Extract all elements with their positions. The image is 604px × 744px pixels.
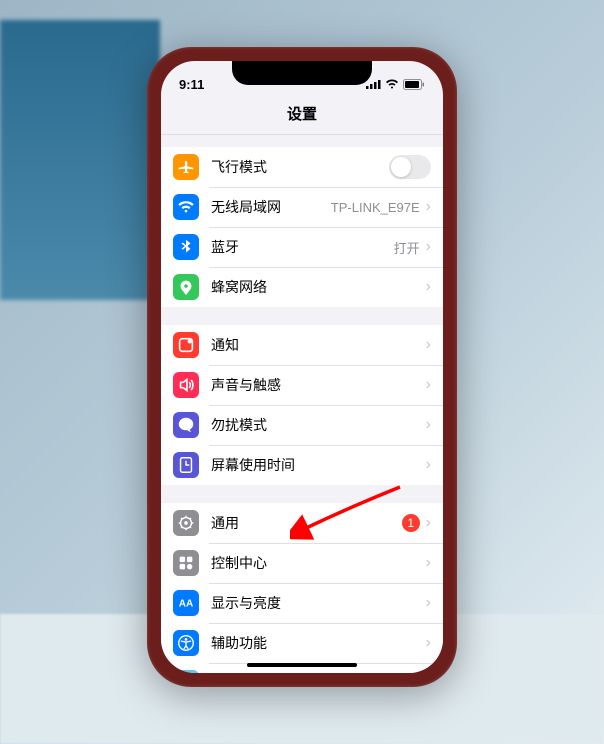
display-icon: AA <box>173 590 199 616</box>
chevron-right-icon: › <box>426 377 431 393</box>
settings-row-airplane[interactable]: 飞行模式 <box>161 147 443 187</box>
row-label: 通用 <box>211 513 402 533</box>
row-label: 蓝牙 <box>211 237 394 257</box>
row-label: 显示与亮度 <box>211 593 426 613</box>
settings-row-display[interactable]: AA 显示与亮度› <box>161 583 443 623</box>
settings-row-screentime[interactable]: 屏幕使用时间› <box>161 445 443 485</box>
row-value: 打开 <box>394 238 420 257</box>
cellular-signal-icon <box>366 79 381 89</box>
settings-group: 通用1›控制中心›AA显示与亮度›辅助功能›墙纸›Siri与搜索›面容ID与密码… <box>161 503 443 673</box>
settings-row-bluetooth[interactable]: 蓝牙打开 › <box>161 227 443 267</box>
svg-text:AA: AA <box>179 599 193 610</box>
settings-row-control-center[interactable]: 控制中心› <box>161 543 443 583</box>
home-indicator[interactable] <box>247 663 357 667</box>
sounds-icon <box>173 372 199 398</box>
row-value: TP-LINK_E97E <box>331 200 420 215</box>
screen: 9:11 设置 飞行模式无线局域网TP-LINK_E97E›蓝牙打开›蜂窝网络›… <box>161 61 443 673</box>
settings-row-dnd[interactable]: 勿扰模式› <box>161 405 443 445</box>
control-center-icon <box>173 550 199 576</box>
general-icon <box>173 510 199 536</box>
chevron-right-icon: › <box>426 337 431 353</box>
settings-group: 通知›声音与触感›勿扰模式›屏幕使用时间› <box>161 325 443 485</box>
wifi-icon <box>173 194 199 220</box>
cellular-icon <box>173 274 199 300</box>
chevron-right-icon: › <box>426 457 431 473</box>
notch <box>232 61 372 85</box>
chevron-right-icon: › <box>426 417 431 433</box>
wifi-icon <box>385 79 399 89</box>
row-label: 辅助功能 <box>211 633 426 653</box>
chevron-right-icon: › <box>426 199 431 215</box>
status-time: 9:11 <box>179 77 204 92</box>
dnd-icon <box>173 412 199 438</box>
row-label: 飞行模式 <box>211 157 389 177</box>
notifications-icon <box>173 332 199 358</box>
page-title: 设置 <box>161 97 443 135</box>
row-label: 声音与触感 <box>211 375 426 395</box>
chevron-right-icon: › <box>426 239 431 255</box>
chevron-right-icon: › <box>426 555 431 571</box>
screentime-icon <box>173 452 199 478</box>
settings-row-wifi[interactable]: 无线局域网TP-LINK_E97E › <box>161 187 443 227</box>
row-label: 屏幕使用时间 <box>211 455 426 475</box>
toggle-switch[interactable] <box>389 155 431 179</box>
settings-list[interactable]: 飞行模式无线局域网TP-LINK_E97E›蓝牙打开›蜂窝网络›通知›声音与触感… <box>161 135 443 673</box>
row-label: 蜂窝网络 <box>211 277 426 297</box>
notification-badge: 1 <box>402 514 420 532</box>
airplane-icon <box>173 154 199 180</box>
settings-row-cellular[interactable]: 蜂窝网络› <box>161 267 443 307</box>
row-label: 勿扰模式 <box>211 415 426 435</box>
settings-row-sounds[interactable]: 声音与触感› <box>161 365 443 405</box>
battery-icon <box>403 79 425 90</box>
wallpaper-icon <box>173 670 199 673</box>
settings-row-general[interactable]: 通用1 › <box>161 503 443 543</box>
row-label: 通知 <box>211 335 426 355</box>
bluetooth-icon <box>173 234 199 260</box>
settings-group: 飞行模式无线局域网TP-LINK_E97E›蓝牙打开›蜂窝网络› <box>161 147 443 307</box>
chevron-right-icon: › <box>426 279 431 295</box>
settings-row-notifications[interactable]: 通知› <box>161 325 443 365</box>
row-label: 无线局域网 <box>211 197 331 217</box>
chevron-right-icon: › <box>426 635 431 651</box>
chevron-right-icon: › <box>426 595 431 611</box>
settings-row-accessibility[interactable]: 辅助功能› <box>161 623 443 663</box>
chevron-right-icon: › <box>426 515 431 531</box>
accessibility-icon <box>173 630 199 656</box>
row-label: 控制中心 <box>211 553 426 573</box>
phone-frame: 9:11 设置 飞行模式无线局域网TP-LINK_E97E›蓝牙打开›蜂窝网络›… <box>147 47 457 687</box>
